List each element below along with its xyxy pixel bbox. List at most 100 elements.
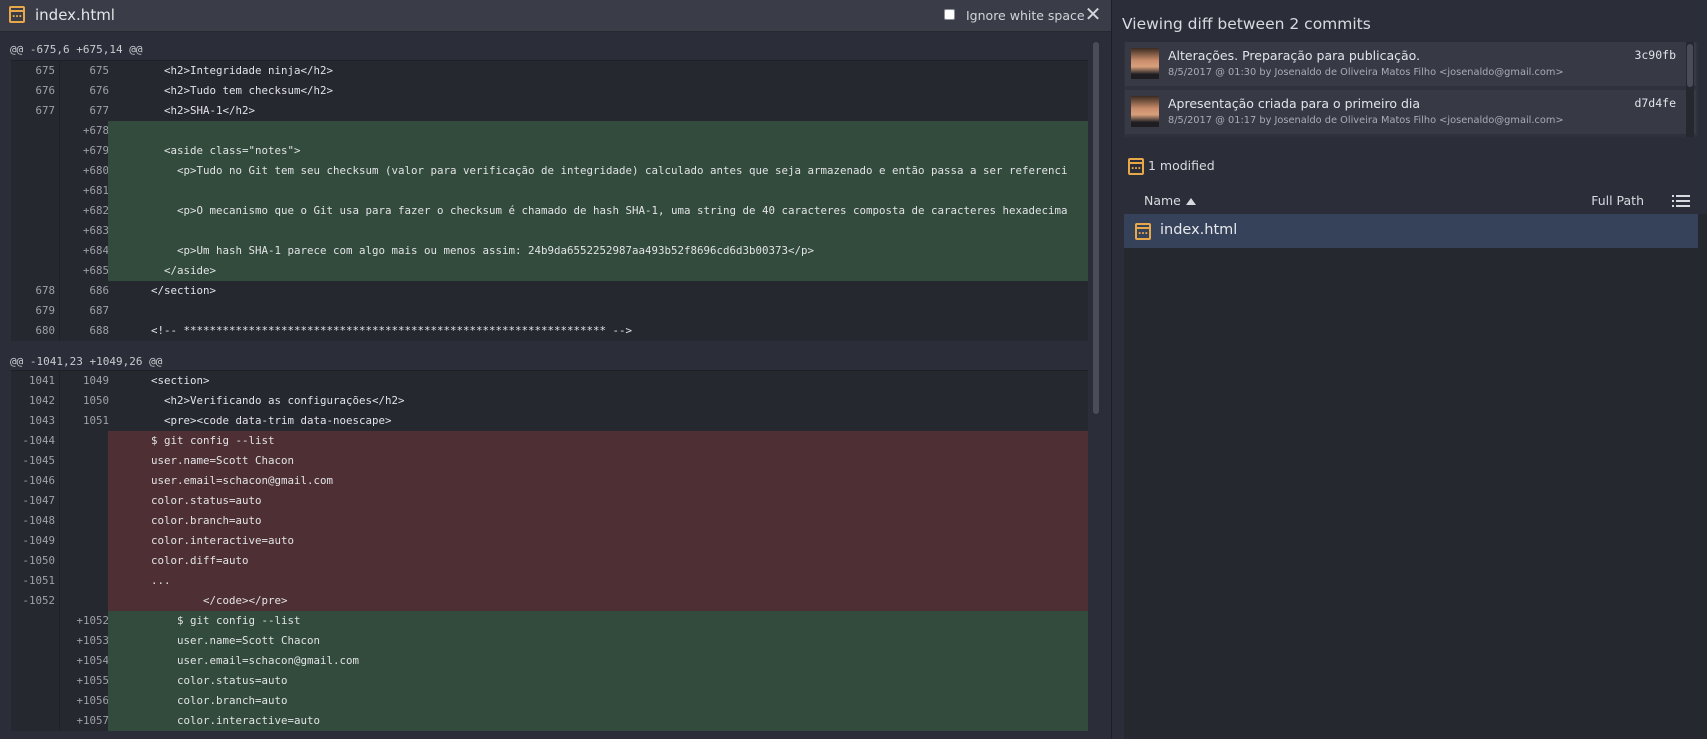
code-text: <aside class="notes"> bbox=[108, 141, 1088, 161]
diff-scrollbar[interactable] bbox=[1093, 42, 1099, 414]
code-text: </code></pre> bbox=[108, 591, 1088, 611]
diff-line-context: 680 688 <!-- ****************************… bbox=[11, 321, 1088, 341]
commit-hash: d7d4fe bbox=[1634, 96, 1676, 110]
code-text: color.status=auto bbox=[108, 491, 1088, 511]
old-line-number: 1041 bbox=[28, 374, 55, 387]
commit-list-scrollbar[interactable] bbox=[1687, 44, 1693, 87]
ignore-whitespace-label[interactable]: Ignore white space bbox=[966, 8, 1085, 23]
commit-meta: 8/5/2017 @ 01:17 by Josenaldo de Oliveir… bbox=[1168, 115, 1564, 126]
code-text: color.status=auto bbox=[108, 671, 1088, 691]
code-text: user.email=schacon@gmail.com bbox=[108, 651, 1088, 671]
old-line-number: -1049 bbox=[22, 534, 55, 547]
new-line-number: +680 bbox=[82, 164, 109, 177]
diff-line-added: +1052 $ git config --list bbox=[11, 611, 1088, 631]
new-line-number: +1053 bbox=[76, 634, 109, 647]
code-text: $ git config --list bbox=[108, 611, 1088, 631]
new-line-number: 677 bbox=[89, 104, 109, 117]
new-line-number: +681 bbox=[82, 184, 109, 197]
diff-line-removed: -1048 color.branch=auto bbox=[11, 511, 1088, 531]
name-column-header[interactable]: Name bbox=[1144, 193, 1181, 208]
code-text: user.name=Scott Chacon bbox=[108, 451, 1088, 471]
diff-line-context: 1042 1050 <h2>Verificando as configuraçõe… bbox=[11, 391, 1088, 411]
old-line-number: 679 bbox=[35, 304, 55, 317]
diff-line-removed: -1046 user.email=schacon@gmail.com bbox=[11, 471, 1088, 491]
new-line-number: +1057 bbox=[76, 714, 109, 727]
diff-line-context: 678 686 </section> bbox=[11, 281, 1088, 301]
diff-line-added: +684 <p>Um hash SHA-1 parece com algo ma… bbox=[11, 241, 1088, 261]
code-text: <pre><code data-trim data-noescape> bbox=[112, 414, 392, 427]
new-line-number: +679 bbox=[82, 144, 109, 157]
commits-pane: Viewing diff between 2 commits Alteraçõe… bbox=[1112, 0, 1707, 739]
code-text: <p>Um hash SHA-1 parece com algo mais ou… bbox=[108, 241, 1088, 261]
full-path-toggle[interactable]: Full Path bbox=[1591, 193, 1644, 208]
file-row-selected[interactable]: index.html bbox=[1124, 214, 1698, 248]
new-line-number: 687 bbox=[89, 304, 109, 317]
new-line-number: 686 bbox=[89, 284, 109, 297]
hunk-header: @@ -1041,23 +1049,26 @@ bbox=[10, 355, 163, 368]
new-line-number: +683 bbox=[82, 224, 109, 237]
code-text: $ git config --list bbox=[108, 431, 1088, 451]
diff-line-added: +678 bbox=[11, 121, 1088, 141]
close-icon[interactable]: ✕ bbox=[1083, 4, 1103, 24]
new-line-number: 1051 bbox=[82, 414, 109, 427]
diff-line-context: 676 676 <h2>Tudo tem checksum</h2> bbox=[11, 81, 1088, 101]
ignore-whitespace-checkbox[interactable] bbox=[944, 9, 955, 20]
old-line-number: -1048 bbox=[22, 514, 55, 527]
viewing-diff-heading: Viewing diff between 2 commits bbox=[1122, 15, 1371, 33]
diff-line-removed: -1044 $ git config --list bbox=[11, 431, 1088, 451]
new-line-number: +1056 bbox=[76, 694, 109, 707]
old-line-number: 680 bbox=[35, 324, 55, 337]
new-line-number: 1049 bbox=[82, 374, 109, 387]
avatar bbox=[1131, 48, 1159, 79]
diff-line-context: 679 687 bbox=[11, 301, 1088, 321]
code-text: <h2>Tudo tem checksum</h2> bbox=[112, 84, 334, 97]
code-text: <section> bbox=[112, 374, 210, 387]
new-line-number: +1054 bbox=[76, 654, 109, 667]
avatar bbox=[1131, 96, 1159, 127]
old-line-number: 678 bbox=[35, 284, 55, 297]
old-line-number: 1043 bbox=[28, 414, 55, 427]
diff-line-removed: -1051 ... bbox=[11, 571, 1088, 591]
diff-line-added: +1054 user.email=schacon@gmail.com bbox=[11, 651, 1088, 671]
new-line-number: +1052 bbox=[76, 614, 109, 627]
list-view-icon[interactable] bbox=[1672, 195, 1690, 207]
code-text bbox=[108, 121, 1088, 141]
code-text: <h2>Verificando as configurações</h2> bbox=[112, 394, 405, 407]
old-line-number: 676 bbox=[35, 84, 55, 97]
diff-line-context: 677 677 <h2>SHA-1</h2> bbox=[11, 101, 1088, 121]
old-line-number: 675 bbox=[35, 64, 55, 77]
old-line-number: -1044 bbox=[22, 434, 55, 447]
diff-line-added: +682 <p>O mecanismo que o Git usa para f… bbox=[11, 201, 1088, 221]
code-text: color.diff=auto bbox=[108, 551, 1088, 571]
html-file-icon bbox=[1135, 223, 1151, 240]
code-text: <p>Tudo no Git tem seu checksum (valor p… bbox=[108, 161, 1088, 181]
commit-meta: 8/5/2017 @ 01:30 by Josenaldo de Oliveir… bbox=[1168, 67, 1564, 78]
diff-hunk: 675 675 <h2>Integridade ninja</h2> 676 676 … bbox=[11, 60, 1088, 341]
file-list: index.html bbox=[1124, 214, 1707, 739]
commit-hash: 3c90fb bbox=[1634, 48, 1676, 62]
commit-message: Apresentação criada para o primeiro dia bbox=[1168, 96, 1421, 111]
new-line-number: +1055 bbox=[76, 674, 109, 687]
sort-ascending-icon[interactable] bbox=[1186, 198, 1196, 205]
code-text: color.branch=auto bbox=[108, 511, 1088, 531]
diff-line-removed: -1052 </code></pre> bbox=[11, 591, 1088, 611]
old-line-number: -1052 bbox=[22, 594, 55, 607]
old-line-number: -1045 bbox=[22, 454, 55, 467]
modified-file-icon bbox=[1128, 158, 1144, 175]
code-text: color.interactive=auto bbox=[108, 531, 1088, 551]
commit-list: Alterações. Preparação para publicação. … bbox=[1124, 42, 1698, 137]
file-name: index.html bbox=[1160, 222, 1238, 238]
old-line-number: -1050 bbox=[22, 554, 55, 567]
diff-line-removed: -1045 user.name=Scott Chacon bbox=[11, 451, 1088, 471]
modified-count: 1 modified bbox=[1148, 158, 1215, 173]
file-list-header: Name Full Path bbox=[1124, 191, 1698, 213]
diff-line-added: +1057 color.interactive=auto bbox=[11, 711, 1088, 731]
diff-line-added: +681 bbox=[11, 181, 1088, 201]
new-line-number: +682 bbox=[82, 204, 109, 217]
diff-line-context: 1041 1049 <section> bbox=[11, 371, 1088, 391]
commit-item[interactable]: Apresentação criada para o primeiro dia … bbox=[1125, 90, 1696, 134]
diff-line-added: +1056 color.branch=auto bbox=[11, 691, 1088, 711]
commit-item[interactable]: Alterações. Preparação para publicação. … bbox=[1125, 42, 1696, 86]
code-text: <p>O mecanismo que o Git usa para fazer … bbox=[108, 201, 1088, 221]
old-line-number: 677 bbox=[35, 104, 55, 117]
